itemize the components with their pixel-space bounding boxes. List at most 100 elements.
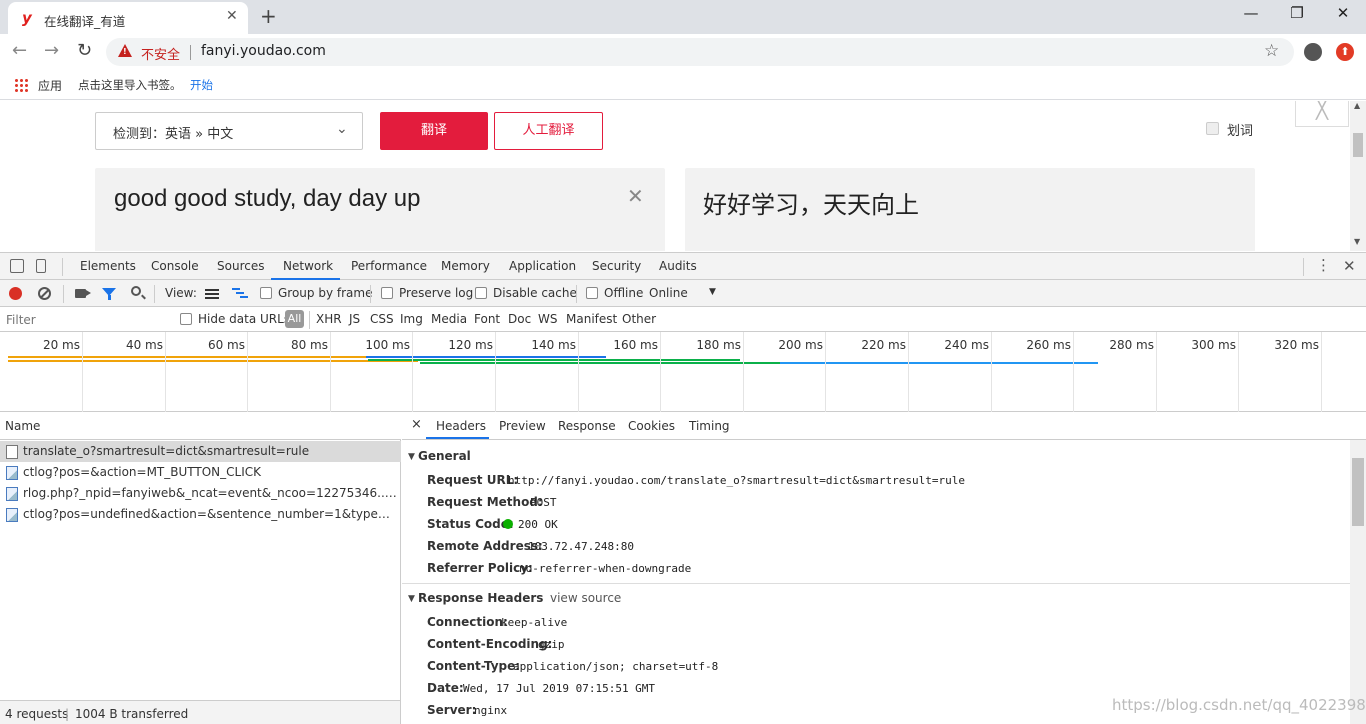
tab-cookies[interactable]: Cookies <box>628 419 675 433</box>
import-bookmarks-hint: 点击这里导入书签。 <box>78 78 182 92</box>
restore-icon[interactable]: ❐ <box>1274 4 1320 22</box>
profile-avatar-icon[interactable] <box>1304 43 1322 61</box>
forward-arrow-icon[interactable]: → <box>44 40 59 61</box>
filter-type-img[interactable]: Img <box>400 312 423 326</box>
filter-type-doc[interactable]: Doc <box>508 312 531 326</box>
result-text: 好好学习，天天向上 <box>703 191 919 219</box>
header-value: 200 OK <box>518 518 558 531</box>
insecure-label[interactable]: 不安全 <box>141 44 180 63</box>
header-value: no-referrer-when-downgrade <box>519 562 692 575</box>
start-link[interactable]: 开始 <box>190 77 213 93</box>
close-detail-icon[interactable]: × <box>411 417 422 432</box>
devtools-close-icon[interactable]: ✕ <box>1343 257 1356 275</box>
tab-application[interactable]: Application <box>509 259 576 273</box>
reload-icon[interactable]: ↻ <box>77 40 92 61</box>
offline-checkbox[interactable] <box>586 287 598 299</box>
page-scrollbar-thumb[interactable] <box>1353 133 1363 157</box>
apps-grid-icon[interactable] <box>14 78 28 92</box>
name-column-header[interactable]: Name <box>0 412 401 440</box>
filter-type-js[interactable]: JS <box>349 312 360 326</box>
disable-cache-checkbox[interactable] <box>475 287 487 299</box>
browser-tab[interactable]: y 在线翻译_有道 ✕ <box>8 2 248 34</box>
source-text-panel[interactable]: good good study, day day up ✕ <box>95 168 665 251</box>
filter-type-css[interactable]: CSS <box>370 312 394 326</box>
filter-type-ws[interactable]: WS <box>538 312 557 326</box>
general-section-title[interactable]: General <box>418 449 471 463</box>
tab-title: 在线翻译_有道 <box>44 14 126 29</box>
window-close-icon[interactable]: ✕ <box>1320 4 1366 22</box>
scroll-down-icon[interactable]: ▼ <box>1354 237 1360 246</box>
filter-type-font[interactable]: Font <box>474 312 500 326</box>
filter-type-manifest[interactable]: Manifest <box>566 312 617 326</box>
filter-input[interactable] <box>2 310 167 329</box>
offline-label: Offline <box>604 286 644 300</box>
capture-screenshots-icon[interactable] <box>75 289 91 298</box>
request-row[interactable]: translate_o?smartresult=dict&smartresult… <box>0 441 401 462</box>
clear-input-icon[interactable]: ✕ <box>627 184 644 208</box>
tab-audits[interactable]: Audits <box>659 259 697 273</box>
filter-type-other[interactable]: Other <box>622 312 656 326</box>
close-x-icon[interactable]: ╳ <box>1295 101 1349 127</box>
overview-waterfall-icon[interactable] <box>232 288 248 300</box>
tab-elements[interactable]: Elements <box>80 259 136 273</box>
apps-link[interactable]: 应用 <box>38 77 62 94</box>
image-file-icon <box>6 466 18 480</box>
back-arrow-icon[interactable]: ← <box>12 40 27 61</box>
human-translate-button[interactable]: 人工翻译 <box>494 112 603 150</box>
collapse-triangle-icon[interactable]: ▼ <box>408 452 415 462</box>
preserve-log-checkbox[interactable] <box>381 287 393 299</box>
tab-headers[interactable]: Headers <box>436 419 486 433</box>
timeline-gridline <box>412 332 413 412</box>
timeline-gridline <box>1073 332 1074 412</box>
tab-sources[interactable]: Sources <box>217 259 264 273</box>
tab-close-icon[interactable]: ✕ <box>226 8 238 24</box>
collapse-triangle-icon[interactable]: ▼ <box>408 594 415 604</box>
group-by-frame-checkbox[interactable] <box>260 287 272 299</box>
more-options-icon[interactable]: ⋮ <box>1316 256 1331 274</box>
tab-security[interactable]: Security <box>592 259 641 273</box>
tab-network[interactable]: Network <box>283 259 333 273</box>
page-scrollbar[interactable]: ▲ ▼ <box>1350 101 1366 251</box>
record-icon[interactable] <box>9 287 22 300</box>
bookmark-star-icon[interactable]: ☆ <box>1264 41 1279 61</box>
request-row[interactable]: ctlog?pos=undefined&action=&sentence_num… <box>0 504 401 525</box>
tab-performance[interactable]: Performance <box>351 259 427 273</box>
new-tab-plus-icon[interactable]: + <box>260 4 277 28</box>
tab-memory[interactable]: Memory <box>441 259 490 273</box>
url-text[interactable]: fanyi.youdao.com <box>201 43 326 59</box>
clear-log-icon[interactable] <box>38 287 51 300</box>
request-row[interactable]: rlog.php?_npid=fanyiweb&_ncat=event&_nco… <box>0 483 401 504</box>
filter-type-media[interactable]: Media <box>431 312 467 326</box>
search-icon[interactable] <box>131 286 141 296</box>
large-rows-icon[interactable] <box>205 289 219 299</box>
filter-type-xhr[interactable]: XHR <box>316 312 342 326</box>
detail-scrollbar[interactable] <box>1350 440 1366 724</box>
response-headers-section-title[interactable]: Response Headers <box>418 591 543 605</box>
hide-data-urls-label: Hide data URLs <box>198 312 291 326</box>
inspect-element-icon[interactable] <box>10 259 24 273</box>
tab-console[interactable]: Console <box>151 259 199 273</box>
request-row[interactable]: ctlog?pos=&action=MT_BUTTON_CLICK <box>0 462 401 483</box>
view-source-link[interactable]: view source <box>550 591 621 605</box>
active-detail-tab-indicator <box>426 437 489 439</box>
address-bar[interactable]: ! 不安全 fanyi.youdao.com ☆ <box>106 38 1294 66</box>
throttling-dropdown-icon[interactable]: ▼ <box>709 287 716 297</box>
scroll-up-icon[interactable]: ▲ <box>1354 101 1360 110</box>
throttling-select[interactable]: Online <box>649 286 688 300</box>
tab-preview[interactable]: Preview <box>499 419 546 433</box>
minimize-icon[interactable]: — <box>1228 4 1274 22</box>
hide-data-urls-checkbox[interactable] <box>180 313 192 325</box>
tab-timing[interactable]: Timing <box>689 419 730 433</box>
extension-icon[interactable]: ⬆ <box>1336 43 1354 61</box>
source-text[interactable]: good good study, day day up <box>114 185 420 213</box>
filter-type-all[interactable]: All <box>285 310 304 328</box>
language-select[interactable]: 检测到：英语 » 中文 ⌄ <box>95 112 363 150</box>
network-overview-timeline[interactable]: 20 ms 40 ms 60 ms 80 ms 100 ms 120 ms 140 ms 16… <box>0 332 1366 412</box>
tab-response[interactable]: Response <box>558 419 616 433</box>
header-key: Server: <box>427 703 477 717</box>
device-toolbar-icon[interactable] <box>36 259 46 273</box>
translate-button[interactable]: 翻译 <box>380 112 488 150</box>
detail-scrollbar-thumb[interactable] <box>1352 458 1364 526</box>
header-key: Referrer Policy: <box>427 561 533 575</box>
huaci-checkbox[interactable] <box>1206 122 1219 135</box>
